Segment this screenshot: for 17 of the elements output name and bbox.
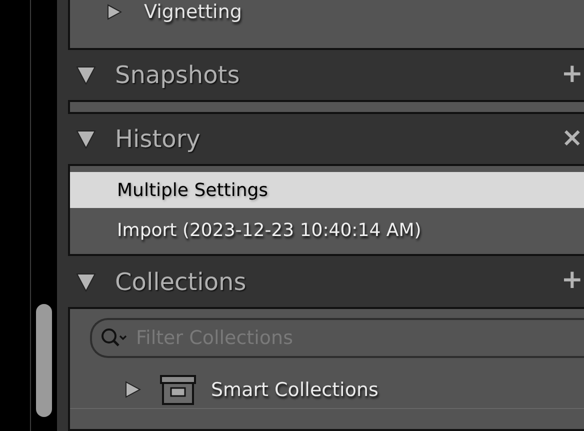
panel-header[interactable]: History × <box>68 114 584 164</box>
scrollbar-thumb[interactable] <box>36 304 52 417</box>
collapsed-triangle-icon[interactable] <box>106 4 122 20</box>
collection-set-label[interactable]: Smart Collections <box>211 378 378 401</box>
panel-header[interactable]: Collections + <box>68 256 584 307</box>
expanded-triangle-icon[interactable] <box>76 129 96 150</box>
smart-collection-box-icon[interactable] <box>160 374 196 406</box>
panel-header[interactable]: Snapshots + <box>68 50 584 100</box>
panel-action-button[interactable]: + <box>561 267 583 294</box>
search-icon[interactable] <box>100 326 128 349</box>
expanded-triangle-icon[interactable] <box>76 64 96 85</box>
expanded-triangle-icon[interactable] <box>76 272 96 292</box>
panel-action-button[interactable]: + <box>561 60 583 87</box>
panel-item-label: Vignetting <box>144 1 242 23</box>
collapsed-triangle-icon[interactable] <box>124 381 141 398</box>
panel-action-button[interactable]: × <box>561 124 583 151</box>
history-step[interactable]: Multiple Settings <box>70 172 584 208</box>
